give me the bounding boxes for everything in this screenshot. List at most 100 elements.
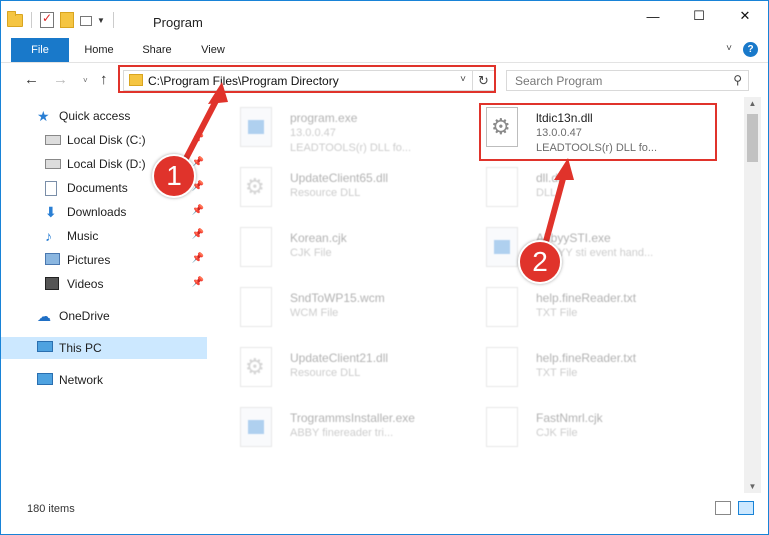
quick-access-toolbar: ▼ xyxy=(7,11,118,29)
tab-share[interactable]: Share xyxy=(137,38,177,62)
file-type: Resource DLL xyxy=(290,187,361,199)
file-item[interactable]: UpdateClient65.dll Resource DLL xyxy=(220,159,460,215)
file-item[interactable]: dll.dll DLL xyxy=(466,159,706,215)
application-icon xyxy=(240,407,272,447)
pin-icon[interactable]: 📌 xyxy=(192,253,204,264)
disk-icon xyxy=(45,133,61,147)
recent-locations-icon[interactable]: ˅ xyxy=(83,76,88,85)
tab-file[interactable]: File xyxy=(11,38,69,62)
file-name: SndToWP15.wcm xyxy=(290,291,385,305)
sidebar-item-label: Local Disk (C:) xyxy=(67,133,146,147)
sidebar-item-downloads[interactable]: ⬇ Downloads 📌 xyxy=(45,201,210,223)
file-name: dll.dll xyxy=(536,171,564,185)
customize-toolbar-icon[interactable] xyxy=(80,16,92,26)
file-item[interactable]: AbbyySTI.exe ABBYY sti event hand... xyxy=(466,219,706,275)
file-item[interactable]: SndToWP15.wcm WCM File xyxy=(220,279,460,335)
file-name: help.fineReader.txt xyxy=(536,291,637,305)
toolbar-divider xyxy=(112,12,114,28)
pin-icon[interactable]: 📌 xyxy=(192,205,204,216)
video-icon xyxy=(45,277,61,291)
download-icon: ⬇ xyxy=(45,204,57,220)
file-item[interactable]: help.fineReader.txt TXT File xyxy=(466,339,706,395)
scroll-down-icon[interactable]: ▼ xyxy=(744,482,761,491)
file-type: TXT File xyxy=(536,367,578,379)
properties-icon[interactable] xyxy=(40,11,56,28)
sidebar-item-local-disk-c[interactable]: Local Disk (C:) 📌 xyxy=(45,129,210,151)
scroll-up-icon[interactable]: ▲ xyxy=(744,99,761,108)
tab-home[interactable]: Home xyxy=(79,38,119,62)
item-count: 180 items xyxy=(27,503,75,515)
file-item[interactable]: program.exe 13.0.0.47 LEADTOOLS(r) DLL f… xyxy=(220,99,460,155)
pin-icon[interactable]: 📌 xyxy=(192,277,204,288)
up-button[interactable]: ↑ xyxy=(100,71,108,88)
help-icon[interactable]: ? xyxy=(743,42,758,57)
cloud-icon: ☁ xyxy=(37,308,51,324)
step-2-badge: 2 xyxy=(518,240,562,284)
details-view-icon[interactable] xyxy=(715,501,731,515)
tiles-view-icon[interactable] xyxy=(738,501,754,515)
file-type: DLL xyxy=(536,187,557,199)
step-1-badge: 1 xyxy=(152,154,196,198)
file-type: WCM File xyxy=(290,307,339,319)
address-dropdown-icon[interactable]: ˅ xyxy=(460,74,466,85)
file-icon xyxy=(486,407,518,447)
ribbon-tabs: File Home Share View ˅ ? xyxy=(1,38,768,63)
tab-view[interactable]: View xyxy=(195,38,231,62)
file-item[interactable]: FastNmrl.cjk CJK File xyxy=(466,399,706,455)
file-name: ltdic13n.dll xyxy=(536,111,593,125)
sidebar-item-music[interactable]: ♪ Music 📌 xyxy=(45,225,210,247)
search-icon[interactable]: ⚲ xyxy=(733,73,742,87)
sidebar-item-videos[interactable]: Videos 📌 xyxy=(45,273,210,295)
sidebar-item-label: Videos xyxy=(67,277,104,291)
application-icon xyxy=(486,227,518,267)
file-type: Resource DLL xyxy=(290,367,361,379)
vertical-scrollbar[interactable]: ▲ ▼ xyxy=(744,97,761,493)
file-item[interactable]: UpdateClient21.dll Resource DLL xyxy=(220,339,460,395)
folder-icon xyxy=(129,74,143,86)
folder-icon xyxy=(7,11,23,28)
file-icon xyxy=(240,287,272,327)
sidebar-item-label: This PC xyxy=(59,341,102,355)
file-name: UpdateClient65.dll xyxy=(290,171,389,185)
document-icon xyxy=(45,181,61,196)
pin-icon[interactable]: 📌 xyxy=(192,133,204,144)
search-input[interactable]: Search Program ⚲ xyxy=(506,70,749,91)
back-button[interactable]: ← xyxy=(24,71,39,88)
network-icon xyxy=(37,373,53,387)
new-folder-icon[interactable] xyxy=(60,12,76,28)
forward-button[interactable]: → xyxy=(53,71,68,88)
file-item-ltdic13n[interactable]: ltdic13n.dll 13.0.0.47 LEADTOOLS(r) DLL … xyxy=(466,99,706,155)
file-version: 13.0.0.47 xyxy=(536,127,582,139)
file-description: ABBY finereader tri... xyxy=(290,427,394,439)
file-type: CJK File xyxy=(536,427,578,439)
sidebar-item-pictures[interactable]: Pictures 📌 xyxy=(45,249,210,271)
dll-gear-icon xyxy=(240,347,272,387)
file-version: 13.0.0.47 xyxy=(290,127,336,139)
file-type: CJK File xyxy=(290,247,332,259)
file-name: UpdateClient21.dll xyxy=(290,351,389,365)
scroll-thumb[interactable] xyxy=(747,114,758,162)
address-bar[interactable]: C:\Program Files\Program Directory ˅ ↻ xyxy=(123,70,495,91)
file-name: help.fineReader.txt xyxy=(536,351,637,365)
dll-gear-icon xyxy=(486,107,518,147)
sidebar-item-label: Local Disk (D:) xyxy=(67,157,146,171)
file-icon xyxy=(486,287,518,327)
sidebar-item-this-pc[interactable]: This PC xyxy=(1,337,207,359)
customize-dropdown-icon[interactable]: ▼ xyxy=(97,16,105,25)
minimize-button[interactable]: — xyxy=(630,1,676,31)
dll-gear-icon xyxy=(240,167,272,207)
pin-icon[interactable]: 📌 xyxy=(192,229,204,240)
address-path[interactable]: C:\Program Files\Program Directory xyxy=(148,74,339,88)
navigation-bar: ← → ˅ ↑ C:\Program Files\Program Directo… xyxy=(1,64,768,96)
sidebar-item-label: Downloads xyxy=(67,205,127,219)
file-description: LEADTOOLS(r) DLL fo... xyxy=(290,142,412,154)
expand-ribbon-icon[interactable]: ˅ xyxy=(726,43,732,54)
maximize-button[interactable]: ☐ xyxy=(676,1,722,31)
music-icon: ♪ xyxy=(45,228,52,244)
file-item[interactable]: help.fineReader.txt TXT File xyxy=(466,279,706,335)
refresh-button[interactable]: ↻ xyxy=(472,71,494,90)
file-item[interactable]: TrogrammsInstaller.exe ABBY finereader t… xyxy=(220,399,460,455)
file-item[interactable]: Korean.cjk CJK File xyxy=(220,219,460,275)
title-bar: ▼ Program — ☐ ✕ xyxy=(1,1,768,37)
close-button[interactable]: ✕ xyxy=(722,1,768,31)
